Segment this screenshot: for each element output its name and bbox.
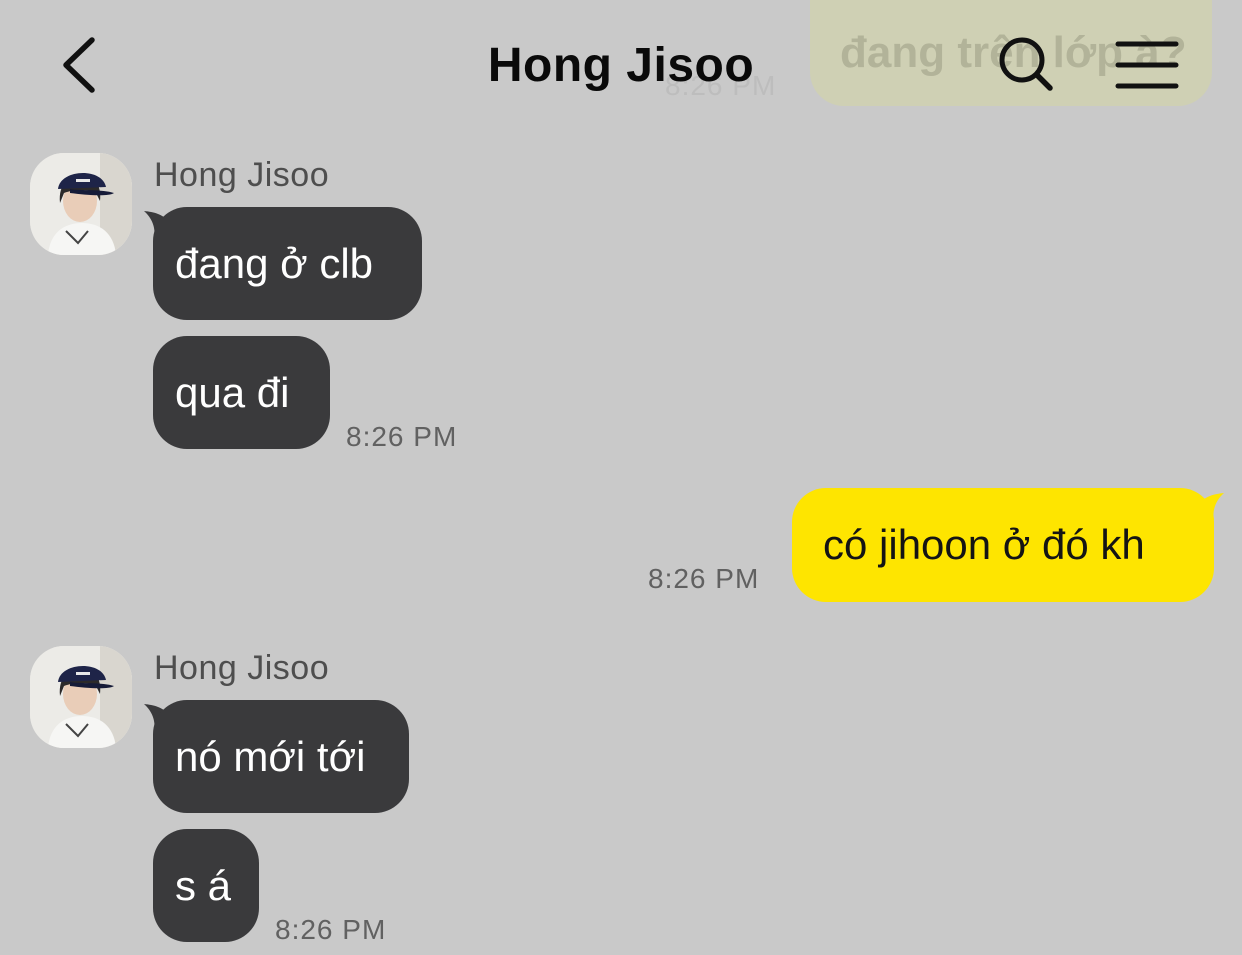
sender-name: Hong Jisoo — [154, 649, 330, 687]
message-bubble[interactable]: qua đi — [153, 336, 330, 449]
avatar[interactable] — [30, 153, 132, 255]
message-bubble[interactable]: có jihoon ở đó kh — [792, 488, 1214, 602]
message-time: 8:26 PM — [275, 914, 387, 945]
profile-photo-icon — [30, 153, 132, 255]
message-bubble[interactable]: đang ở clb — [153, 207, 422, 320]
sender-name: Hong Jisoo — [154, 156, 330, 194]
search-icon — [999, 37, 1053, 91]
avatar[interactable] — [30, 646, 132, 748]
menu-button[interactable] — [1106, 30, 1186, 100]
message-bubble[interactable]: nó mới tới — [153, 700, 409, 813]
message-time: 8:26 PM — [346, 421, 458, 452]
message-bubble[interactable]: s á — [153, 829, 259, 942]
message-time: 8:26 PM — [648, 563, 760, 594]
profile-photo-icon — [30, 646, 132, 748]
search-button[interactable] — [990, 28, 1062, 100]
hamburger-menu-icon — [1115, 41, 1179, 89]
